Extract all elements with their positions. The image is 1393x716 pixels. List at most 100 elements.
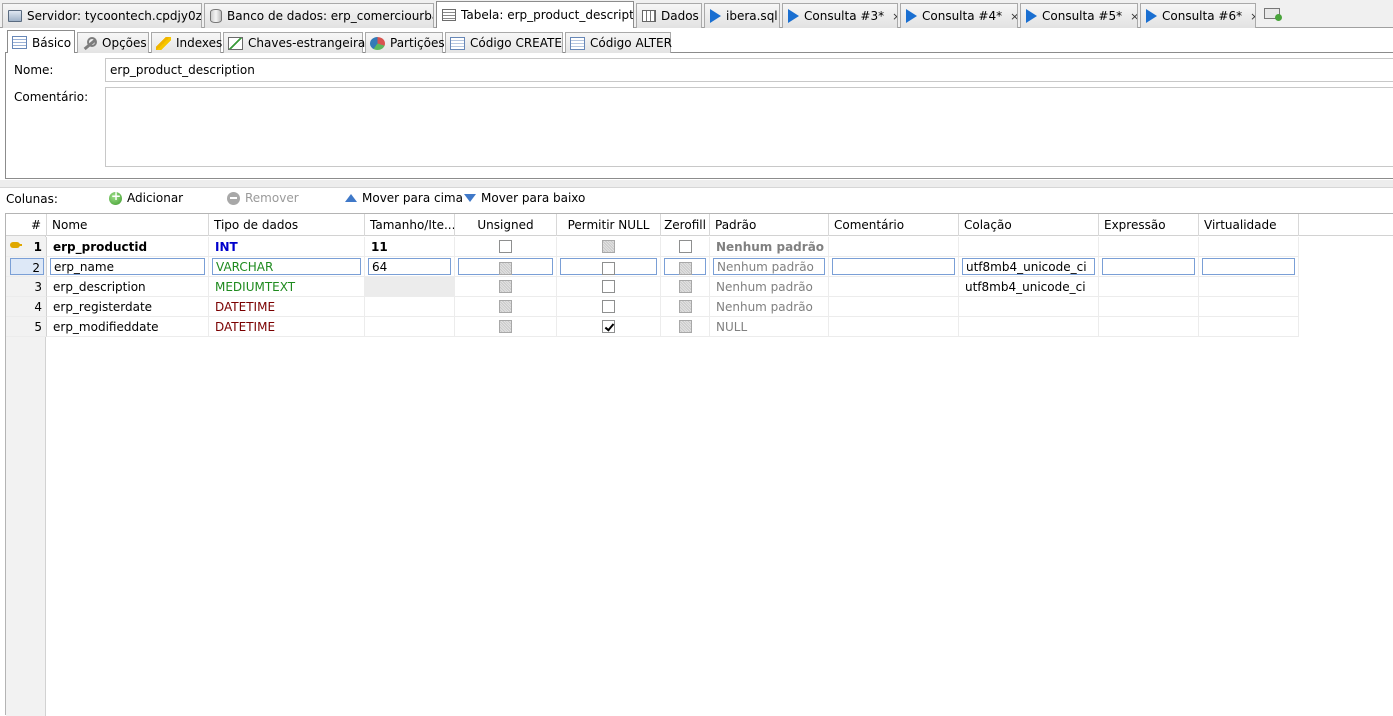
remove-column-button[interactable]: Remover	[227, 191, 299, 205]
zerofill-checkbox[interactable]	[678, 280, 692, 293]
cell-default-editor[interactable]: Nenhum padrão	[713, 258, 825, 275]
cell-name[interactable]: erp_modifieddate	[47, 317, 209, 337]
cell-type[interactable]: DATETIME	[209, 317, 365, 337]
column-header-expression[interactable]: Expressão	[1099, 214, 1199, 236]
cell-default[interactable]: Nenhum padrão	[710, 297, 829, 317]
tab-data[interactable]: Dados	[636, 3, 702, 28]
cell-collation[interactable]	[959, 317, 1099, 337]
cell-unsigned-editor[interactable]	[458, 258, 553, 275]
table-row[interactable]: 4 erp_registerdate DATETIME Nenhum padrã…	[6, 297, 1299, 317]
cell-type[interactable]: MEDIUMTEXT	[209, 277, 365, 297]
cell-name[interactable]: erp_description	[47, 277, 209, 297]
cell-unsigned[interactable]	[455, 237, 557, 257]
cell-virtuality[interactable]	[1199, 297, 1299, 317]
cell-size[interactable]: 11	[365, 237, 455, 257]
tab-foreign-keys[interactable]: Chaves-estrangeiras	[223, 32, 372, 53]
cell-name[interactable]: erp_registerdate	[47, 297, 209, 317]
tab-indexes[interactable]: Indexes	[151, 32, 222, 53]
cell-size[interactable]: 64	[365, 257, 455, 277]
cell-name-editor[interactable]: erp_name	[50, 258, 205, 275]
cell-allow-null-editor[interactable]	[560, 258, 657, 275]
cell-zerofill[interactable]	[661, 317, 710, 337]
table-row[interactable]: 3 erp_description MEDIUMTEXT Nenhum padr…	[6, 277, 1299, 297]
cell-virtuality[interactable]	[1199, 317, 1299, 337]
cell-type[interactable]: VARCHAR	[209, 257, 365, 277]
cell-type-editor[interactable]: VARCHAR	[212, 258, 361, 275]
close-icon[interactable]: ×	[892, 10, 897, 23]
zerofill-checkbox[interactable]	[678, 240, 692, 253]
column-header-comment[interactable]: Comentário	[829, 214, 959, 236]
move-down-button[interactable]: Mover para baixo	[464, 191, 585, 205]
column-header-name[interactable]: Nome	[47, 214, 209, 236]
tab-query-ibera[interactable]: ibera.sql	[704, 3, 780, 28]
cell-collation[interactable]	[959, 297, 1099, 317]
tab-partitions[interactable]: Partições	[365, 32, 445, 53]
table-comment-input[interactable]	[105, 87, 1393, 167]
cell-virtuality[interactable]	[1199, 277, 1299, 297]
cell-allow-null[interactable]	[557, 277, 661, 297]
allow-null-checkbox[interactable]	[602, 320, 615, 333]
cell-default[interactable]: NULL	[710, 317, 829, 337]
cell-type[interactable]: INT	[209, 237, 365, 257]
cell-unsigned[interactable]	[455, 277, 557, 297]
zerofill-checkbox[interactable]	[678, 262, 692, 275]
tab-server[interactable]: Servidor: tycoontech.cpdjy0zq...	[2, 3, 202, 28]
cell-collation-editor[interactable]: utf8mb4_unicode_ci	[962, 258, 1095, 275]
close-icon[interactable]: ×	[1250, 10, 1255, 23]
cell-size[interactable]	[365, 317, 455, 337]
move-up-button[interactable]: Mover para cima	[345, 191, 463, 205]
column-header-zerofill[interactable]: Zerofill	[661, 214, 710, 236]
cell-zerofill[interactable]	[661, 277, 710, 297]
column-header-collation[interactable]: Colação	[959, 214, 1099, 236]
add-column-button[interactable]: Adicionar	[109, 189, 183, 205]
panel-splitter[interactable]	[0, 180, 1393, 188]
zerofill-checkbox[interactable]	[678, 320, 692, 333]
cell-comment-editor[interactable]	[832, 258, 955, 275]
cell-comment[interactable]	[829, 317, 959, 337]
close-icon[interactable]: ×	[1130, 10, 1137, 23]
cell-allow-null[interactable]	[557, 317, 661, 337]
close-icon[interactable]: ×	[1010, 10, 1017, 23]
unsigned-checkbox[interactable]	[499, 280, 512, 293]
cell-expression[interactable]	[1099, 277, 1199, 297]
cell-expression-editor[interactable]	[1102, 258, 1195, 275]
cell-unsigned[interactable]	[455, 297, 557, 317]
tab-options[interactable]: Opções	[77, 32, 149, 53]
table-row[interactable]: 5 erp_modifieddate DATETIME NULL	[6, 317, 1299, 337]
cell-comment[interactable]	[829, 237, 959, 257]
cell-default[interactable]: Nenhum padrão	[710, 277, 829, 297]
cell-size[interactable]	[365, 297, 455, 317]
tab-code-create[interactable]: Código CREATE	[445, 32, 563, 53]
table-name-input[interactable]	[105, 58, 1393, 82]
new-query-tab-button[interactable]	[1264, 8, 1282, 22]
column-header-allow-null[interactable]: Permitir NULL	[557, 214, 661, 236]
cell-virtuality[interactable]	[1199, 257, 1299, 277]
cell-default[interactable]: Nenhum padrão	[710, 237, 829, 257]
unsigned-checkbox[interactable]	[499, 320, 512, 333]
cell-allow-null[interactable]	[557, 257, 661, 277]
column-header-default[interactable]: Padrão	[710, 214, 829, 236]
cell-virtuality-editor[interactable]	[1202, 258, 1295, 275]
table-row-selected[interactable]: 2 erp_name VARCHAR 64 Nenhum padrão utf8…	[6, 257, 1299, 277]
cell-allow-null[interactable]	[557, 297, 661, 317]
allow-null-checkbox[interactable]	[602, 240, 615, 253]
tab-basic[interactable]: Básico	[7, 30, 75, 54]
unsigned-checkbox[interactable]	[499, 300, 512, 313]
allow-null-checkbox[interactable]	[602, 280, 615, 293]
cell-unsigned[interactable]	[455, 317, 557, 337]
zerofill-checkbox[interactable]	[678, 300, 692, 313]
cell-comment[interactable]	[829, 277, 959, 297]
cell-virtuality[interactable]	[1199, 237, 1299, 257]
column-header-type[interactable]: Tipo de dados	[209, 214, 365, 236]
column-header-virtuality[interactable]: Virtualidade	[1199, 214, 1299, 236]
tab-query-3[interactable]: Consulta #3* ×	[782, 3, 898, 28]
cell-expression[interactable]	[1099, 317, 1199, 337]
tab-query-6[interactable]: Consulta #6* ×	[1140, 3, 1256, 28]
cell-zerofill[interactable]	[661, 257, 710, 277]
unsigned-checkbox[interactable]	[499, 240, 512, 253]
tab-code-alter[interactable]: Código ALTER	[565, 32, 672, 53]
column-header-size[interactable]: Tamanho/Ite...	[365, 214, 455, 236]
cell-comment[interactable]	[829, 257, 959, 277]
cell-expression[interactable]	[1099, 237, 1199, 257]
column-header-unsigned[interactable]: Unsigned	[455, 214, 557, 236]
